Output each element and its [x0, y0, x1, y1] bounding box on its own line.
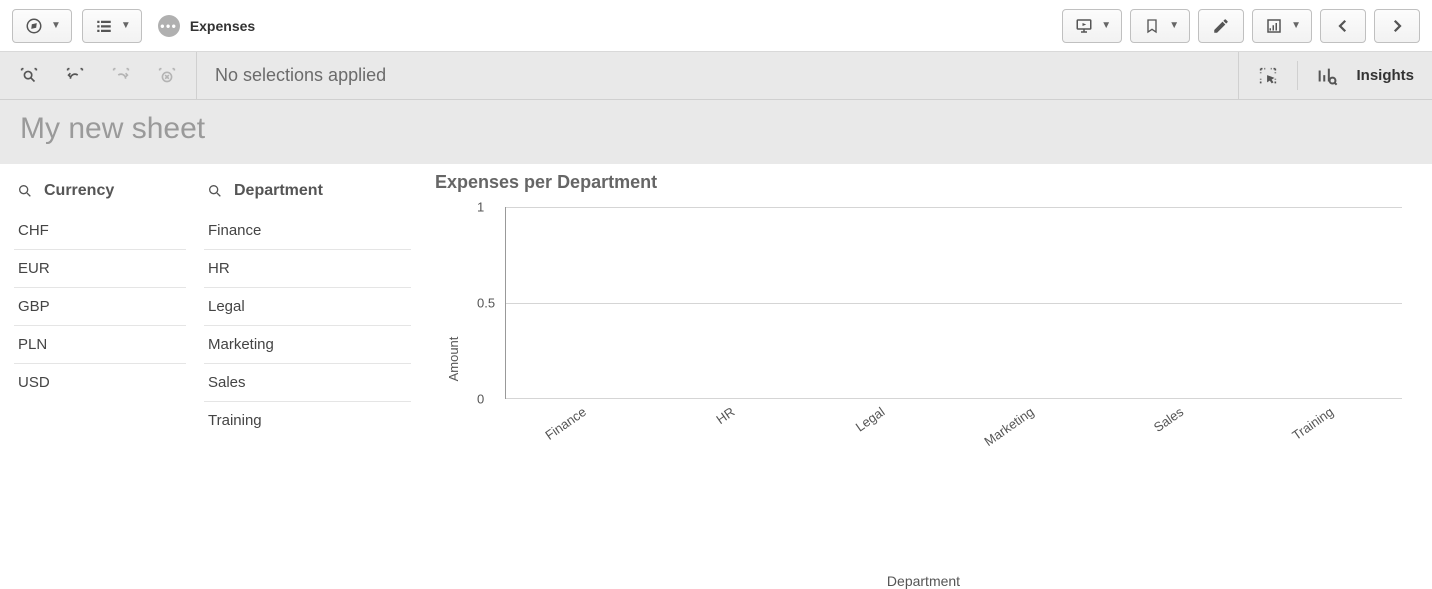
step-forward-icon — [110, 65, 132, 87]
chevron-right-icon — [1386, 15, 1408, 37]
chart-gridline — [506, 303, 1402, 304]
list-item[interactable]: EUR — [14, 250, 186, 288]
chevron-down-icon: ▼ — [121, 20, 131, 31]
sheet-title: My new sheet — [20, 112, 1412, 146]
list-item[interactable]: GBP — [14, 288, 186, 326]
chart-gridline — [506, 398, 1402, 399]
app-icon: ••• — [158, 15, 180, 37]
play-monitor-icon — [1073, 15, 1095, 37]
chevron-down-icon: ▼ — [1169, 20, 1179, 31]
edit-button[interactable] — [1198, 9, 1244, 43]
chevron-left-icon — [1332, 15, 1354, 37]
chart-xtick: Marketing — [981, 404, 1036, 449]
next-sheet-button[interactable] — [1374, 9, 1420, 43]
list-item[interactable]: Sales — [204, 364, 411, 402]
chart-ytick: 1 — [477, 200, 484, 215]
top-toolbar: ▼ ▼ ••• Expenses ▼ ▼ — [0, 0, 1432, 52]
step-back-icon[interactable] — [64, 65, 86, 87]
chart-ytick: 0.5 — [477, 296, 495, 311]
filter-department-header[interactable]: Department — [204, 174, 411, 212]
app-label: ••• Expenses — [158, 15, 255, 37]
filter-currency-list: CHF EUR GBP PLN USD — [14, 212, 186, 401]
selection-tool-icon[interactable] — [1257, 65, 1279, 87]
chevron-down-icon: ▼ — [1101, 20, 1111, 31]
compass-icon — [23, 15, 45, 37]
list-item[interactable]: PLN — [14, 326, 186, 364]
chart-area: Amount Finance HR Legal Marketing Sales Train… — [435, 199, 1412, 519]
smart-search-icon[interactable] — [18, 65, 40, 87]
insights-label[interactable]: Insights — [1356, 67, 1414, 84]
chevron-down-icon: ▼ — [1291, 20, 1301, 31]
navigation-menu-button[interactable]: ▼ — [12, 9, 72, 43]
list-item[interactable]: Marketing — [204, 326, 411, 364]
chart-xtick: HR — [714, 404, 738, 427]
list-item[interactable]: Training — [204, 402, 411, 439]
chart-xtick: Training — [1289, 404, 1336, 443]
sheet-title-bar: My new sheet — [0, 100, 1432, 164]
list-item[interactable]: CHF — [14, 212, 186, 250]
present-button[interactable]: ▼ — [1062, 9, 1122, 43]
bookmark-dropdown-button[interactable]: ▼ — [1130, 9, 1190, 43]
list-item[interactable]: USD — [14, 364, 186, 401]
list-icon — [93, 15, 115, 37]
filter-department-list: Finance HR Legal Marketing Sales Trainin… — [204, 212, 411, 439]
search-icon — [204, 180, 226, 202]
pencil-icon — [1210, 15, 1232, 37]
clear-selections-icon — [156, 65, 178, 87]
search-icon — [14, 180, 36, 202]
sheet-content: Currency CHF EUR GBP PLN USD Department … — [0, 164, 1432, 583]
insights-icon[interactable] — [1316, 65, 1338, 87]
filter-department-label: Department — [234, 182, 323, 200]
list-dropdown-button[interactable]: ▼ — [82, 9, 142, 43]
sheets-dropdown-button[interactable]: ▼ — [1252, 9, 1312, 43]
prev-sheet-button[interactable] — [1320, 9, 1366, 43]
chart-xtick: Legal — [853, 404, 888, 435]
selection-bar: No selections applied Insights — [0, 52, 1432, 100]
chart-ytick: 0 — [477, 392, 484, 407]
list-item[interactable]: HR — [204, 250, 411, 288]
bookmark-icon — [1141, 15, 1163, 37]
chart-gridline — [506, 207, 1402, 208]
chart-xtick: Finance — [542, 404, 588, 443]
chevron-down-icon: ▼ — [51, 20, 61, 31]
chart-xtick: Sales — [1151, 404, 1186, 435]
filter-department: Department Finance HR Legal Marketing Sa… — [190, 164, 415, 583]
sheet-grid-icon — [1263, 15, 1285, 37]
chart-plot — [505, 207, 1402, 399]
filter-currency-header[interactable]: Currency — [14, 174, 186, 212]
filter-currency-label: Currency — [44, 182, 114, 200]
list-item[interactable]: Finance — [204, 212, 411, 250]
filter-currency: Currency CHF EUR GBP PLN USD — [0, 164, 190, 583]
app-name: Expenses — [190, 18, 255, 34]
chart-xticks: Finance HR Legal Marketing Sales Training — [505, 404, 1402, 469]
selection-text: No selections applied — [197, 65, 1238, 86]
chart-ylabel: Amount — [446, 337, 461, 382]
chart-xlabel: Department — [887, 573, 960, 589]
chart-container[interactable]: Expenses per Department Amount Finance HR… — [415, 164, 1432, 583]
chart-title: Expenses per Department — [435, 172, 1412, 193]
list-item[interactable]: Legal — [204, 288, 411, 326]
